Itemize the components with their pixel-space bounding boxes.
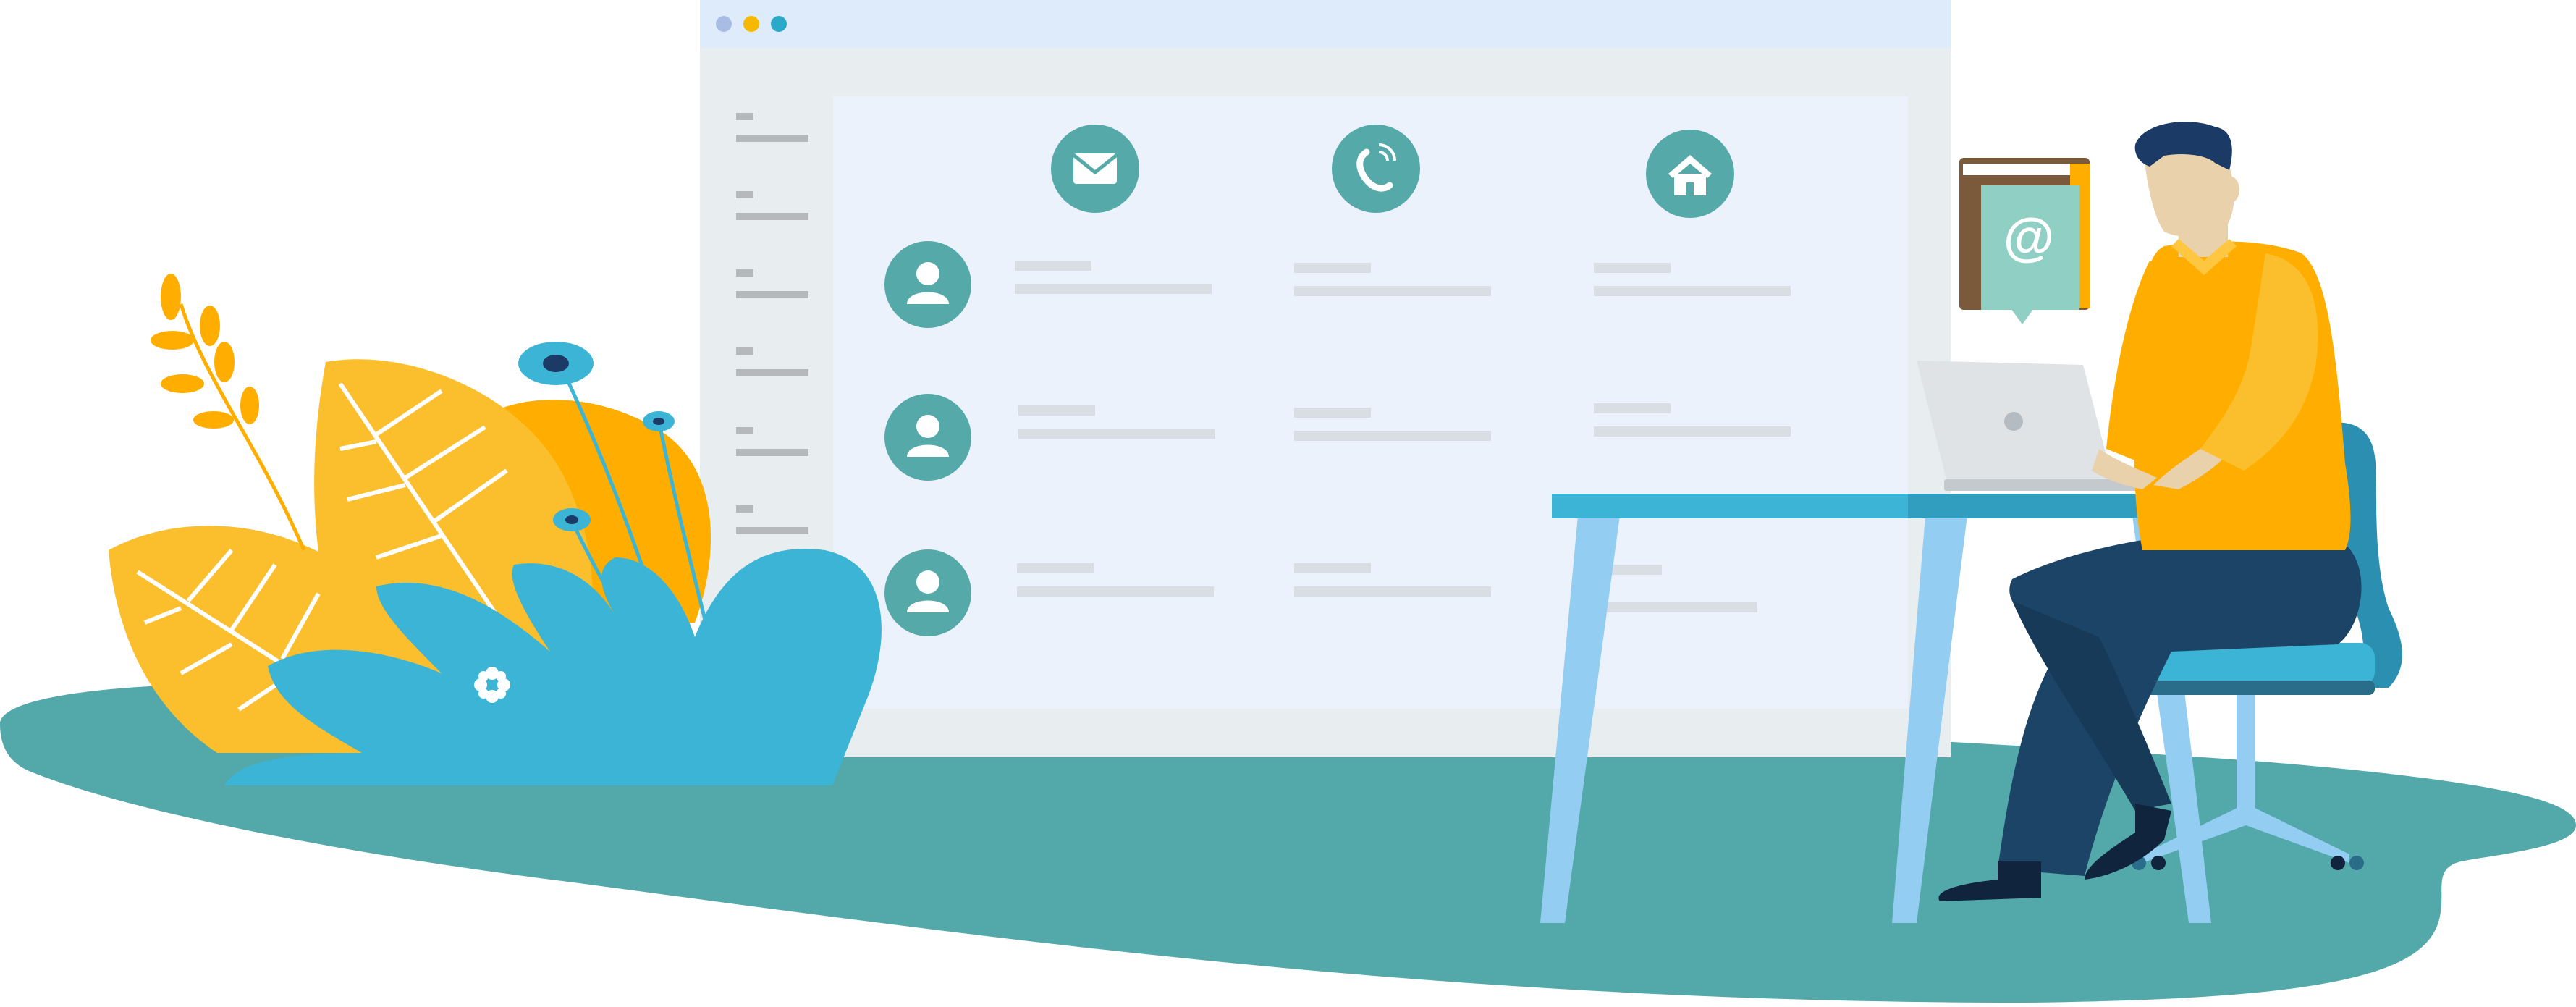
chair-wheel: [2331, 856, 2345, 870]
window-dot-3[interactable]: [771, 16, 787, 32]
branch-stem: [179, 303, 306, 551]
book-tab: [2011, 308, 2034, 324]
address-book: @: [1959, 158, 2090, 324]
laptop-logo: [2004, 412, 2023, 431]
window-dot-1[interactable]: [716, 16, 732, 32]
at-sign-icon: @: [2003, 208, 2054, 266]
home-column-header[interactable]: [1646, 130, 1734, 218]
email-column-header[interactable]: [1051, 125, 1139, 213]
ear: [2222, 177, 2239, 203]
email-icon: [1072, 153, 1118, 184]
phone-column-header[interactable]: [1332, 125, 1420, 213]
illustration: @: [0, 0, 2576, 1003]
chair-wheel: [2349, 856, 2364, 870]
chair-seat-rim: [2124, 681, 2375, 695]
window-dot-2[interactable]: [743, 16, 759, 32]
chair-post: [2237, 695, 2255, 811]
window-titlebar: [700, 0, 1951, 48]
contacts-app-window: [700, 0, 1951, 757]
chair-wheel: [2151, 856, 2166, 870]
book-pages: [1963, 164, 2087, 175]
branch-leaves: [151, 274, 259, 429]
